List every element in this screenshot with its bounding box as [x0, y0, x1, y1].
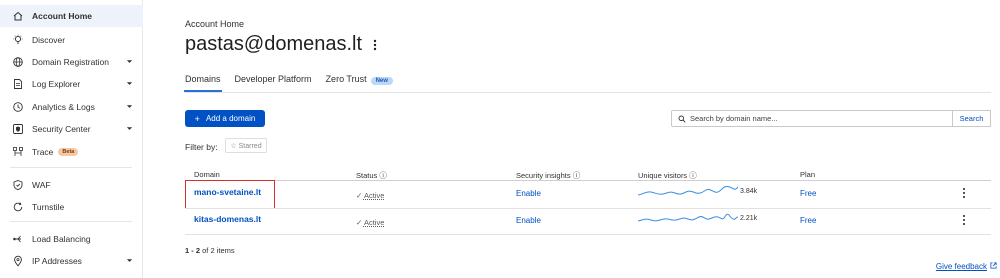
- chevron-down-icon[interactable]: [126, 58, 133, 65]
- sidebar-item-trace[interactable]: Trace Beta: [0, 141, 143, 163]
- log-file-icon: [12, 78, 24, 90]
- add-domain-label: Add a domain: [205, 114, 256, 123]
- give-feedback-link[interactable]: Give feedback: [936, 262, 997, 271]
- sidebar-item-label: Load Balancing: [32, 234, 91, 244]
- search-input[interactable]: [690, 114, 940, 123]
- row-divider: [185, 208, 991, 209]
- breadcrumb[interactable]: Account Home: [185, 19, 244, 29]
- sidebar-item-label: Analytics & Logs: [32, 102, 95, 112]
- sidebar-item-label: Account Home: [32, 11, 92, 21]
- check-icon: ✓: [356, 191, 364, 200]
- sidebar-item-domain-registration[interactable]: Domain Registration: [0, 51, 143, 73]
- status-text: Active: [363, 191, 385, 200]
- load-balancing-icon: [12, 233, 24, 245]
- domain-link[interactable]: mano-svetaine.lt: [194, 187, 261, 197]
- column-header-domain: Domain: [194, 170, 220, 179]
- enable-security-insights-link[interactable]: Enable: [516, 216, 541, 225]
- sidebar-item-waf[interactable]: WAF: [0, 174, 143, 196]
- plan-link[interactable]: Free: [800, 216, 816, 225]
- unique-visitors-count: 2.21k: [740, 215, 758, 222]
- location-pin-icon: [12, 255, 24, 267]
- filter-label: Filter by:: [185, 142, 218, 152]
- sidebar-item-analytics-logs[interactable]: Analytics & Logs: [0, 96, 143, 118]
- waf-shield-icon: [12, 179, 24, 191]
- plan-link[interactable]: Free: [800, 189, 816, 198]
- status-badge: ✓ Active: [356, 191, 384, 200]
- sidebar-item-ip-addresses[interactable]: IP Addresses: [0, 250, 143, 272]
- tab-label: Domains: [185, 74, 221, 84]
- add-domain-button[interactable]: + Add a domain: [185, 110, 265, 127]
- chevron-down-icon[interactable]: [126, 103, 133, 110]
- row-actions-icon[interactable]: [962, 187, 966, 199]
- more-options-icon[interactable]: [371, 38, 379, 52]
- pagination-total: of 2 items: [202, 246, 235, 255]
- feedback-label: Give feedback: [935, 262, 987, 271]
- search-box: [671, 110, 953, 127]
- enable-security-insights-link[interactable]: Enable: [516, 189, 541, 198]
- sidebar-item-label: Turnstile: [32, 202, 65, 212]
- turnstile-refresh-icon: [12, 201, 24, 213]
- search-icon: [678, 115, 686, 123]
- globe-icon: [12, 56, 24, 68]
- sidebar-item-label: Security Center: [32, 124, 91, 134]
- shield-square-icon: [12, 123, 24, 135]
- visitors-sparkline: [638, 185, 738, 196]
- tab-zero-trust[interactable]: Zero Trust New: [326, 70, 393, 92]
- sidebar-item-label: Log Explorer: [32, 79, 81, 89]
- home-icon: [12, 10, 24, 22]
- domain-link[interactable]: kitas-domenas.lt: [194, 214, 261, 224]
- sidebar-item-turnstile[interactable]: Turnstile: [0, 196, 143, 218]
- main-content: Account Home pastas@domenas.lt Domains D…: [144, 0, 1000, 278]
- pagination-range: 1 - 2: [185, 246, 201, 255]
- sidebar-divider: [10, 221, 132, 222]
- tab-divider: [185, 92, 991, 93]
- starred-filter-button[interactable]: ☆ Starred: [225, 138, 267, 153]
- sidebar-item-label: Domain Registration: [32, 57, 110, 67]
- trace-network-icon: [12, 146, 24, 158]
- pagination-summary: 1 - 2 of 2 items: [185, 246, 235, 255]
- clock-icon: [12, 101, 24, 113]
- chevron-down-icon[interactable]: [126, 125, 133, 132]
- row-actions-icon[interactable]: [962, 214, 966, 226]
- sidebar-item-load-balancing[interactable]: Load Balancing: [0, 228, 143, 250]
- page-title: pastas@domenas.lt: [185, 33, 363, 55]
- sidebar: Account Home Discover Domain Registratio…: [0, 0, 143, 278]
- sidebar-item-label: WAF: [32, 180, 51, 190]
- lightbulb-icon: [12, 34, 24, 46]
- new-badge: New: [370, 77, 393, 85]
- visitors-sparkline: [638, 213, 738, 222]
- chevron-down-icon[interactable]: [126, 80, 133, 87]
- chevron-down-icon[interactable]: [126, 257, 133, 264]
- tab-label: Developer Platform: [234, 74, 312, 84]
- status-text: Active: [363, 218, 385, 227]
- sidebar-item-log-explorer[interactable]: Log Explorer: [0, 73, 143, 95]
- unique-visitors-count: 3.84k: [740, 188, 758, 195]
- external-link-icon: [990, 262, 997, 269]
- tab-developer-platform[interactable]: Developer Platform: [235, 70, 312, 92]
- beta-badge: Beta: [58, 148, 79, 156]
- sidebar-item-security-center[interactable]: Security Center: [0, 118, 143, 140]
- tab-domains[interactable]: Domains: [184, 70, 222, 92]
- sidebar-item-label: Trace: [32, 147, 54, 157]
- column-header-plan: Plan: [800, 170, 816, 179]
- sidebar-item-label: Discover: [32, 35, 66, 45]
- table-header-divider: [185, 180, 991, 181]
- sidebar-divider: [10, 167, 132, 168]
- plus-icon: +: [194, 113, 200, 124]
- row-divider: [185, 234, 991, 235]
- tab-bar: Domains Developer Platform Zero Trust New: [184, 70, 407, 92]
- sidebar-item-account-home[interactable]: Account Home: [0, 5, 143, 27]
- app: Account Home Discover Domain Registratio…: [0, 0, 1000, 278]
- sidebar-item-discover[interactable]: Discover: [0, 29, 143, 51]
- check-icon: ✓: [356, 218, 364, 227]
- search-button[interactable]: Search: [953, 110, 991, 127]
- sidebar-item-label: IP Addresses: [32, 256, 82, 266]
- tab-label: Zero Trust: [325, 74, 367, 84]
- status-badge: ✓ Active: [356, 218, 384, 227]
